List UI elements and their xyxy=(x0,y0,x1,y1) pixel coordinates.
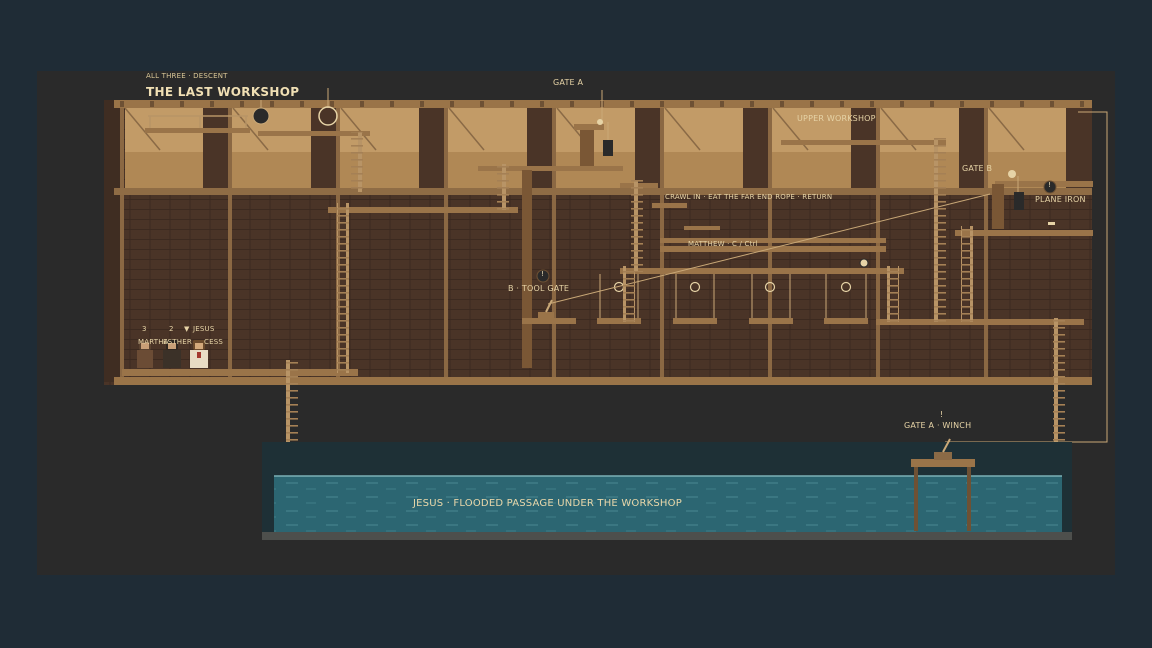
jesus-active-marker: ▼ xyxy=(184,325,190,333)
jesus-name: JESUS xyxy=(193,325,215,333)
flooded-passage-label: JESUS · FLOODED PASSAGE UNDER THE WORKSH… xyxy=(413,498,682,509)
level-title: THE LAST WORKSHOP xyxy=(146,85,300,99)
martha-number: 3 xyxy=(142,325,147,333)
tool-gate-label: B · TOOL GATE xyxy=(508,284,570,293)
ladder[interactable] xyxy=(961,226,973,322)
plane-iron-pickup[interactable] xyxy=(1048,222,1055,225)
ground-floor-beam xyxy=(114,377,1092,385)
gate-a-label: GATE A xyxy=(553,78,584,87)
upper-workshop-label: UPPER WORKSHOP xyxy=(797,114,876,123)
ladder[interactable] xyxy=(337,203,349,373)
ladder[interactable] xyxy=(623,266,635,322)
ladder[interactable] xyxy=(497,164,509,210)
pickup-alert-mark: ! xyxy=(1048,181,1052,189)
stone-floor xyxy=(262,532,1072,540)
tool-gate-post xyxy=(522,170,532,368)
matthew-hint: MATTHEW · C / Ctrl xyxy=(688,240,758,248)
ladder[interactable] xyxy=(934,138,946,322)
rope-pulley xyxy=(859,258,869,268)
plane-iron-label: PLANE IRON xyxy=(1035,195,1086,204)
jesus-status: CESS xyxy=(204,338,223,346)
winch-label: GATE A · WINCH xyxy=(904,421,972,430)
gate-b-label: GATE B xyxy=(962,164,993,173)
esther-name: ESTHER xyxy=(163,338,192,346)
left-wall xyxy=(104,100,122,382)
level-subtitle: ALL THREE · DESCENT xyxy=(146,72,228,80)
crawl-hint: CRAWL IN · EAT THE FAR END ROPE · RETURN xyxy=(665,193,833,201)
esther-number: 2 xyxy=(169,325,174,333)
winch-alert-icon: ! xyxy=(940,410,944,419)
toolgate-alert-mark: ! xyxy=(541,270,545,278)
ladder[interactable] xyxy=(887,266,899,322)
ladder[interactable] xyxy=(631,180,643,272)
ladder[interactable] xyxy=(351,132,363,192)
